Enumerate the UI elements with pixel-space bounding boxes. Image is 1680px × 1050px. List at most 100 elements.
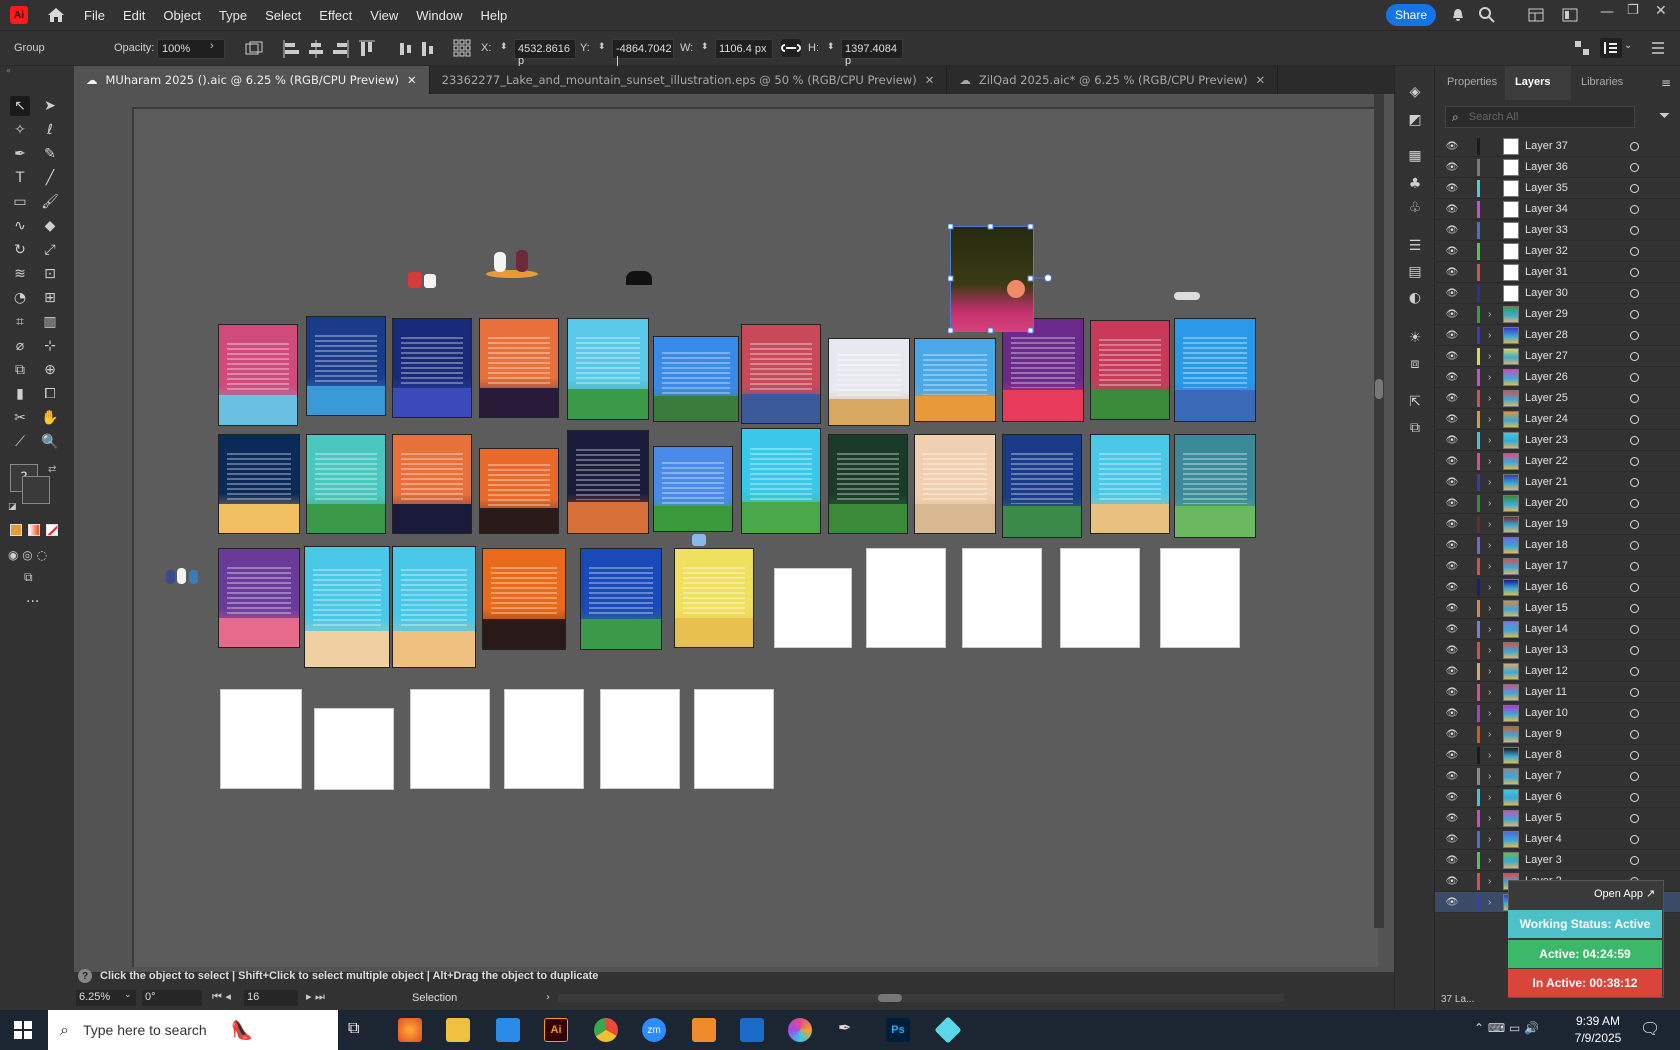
layer-target-icon[interactable] bbox=[1630, 498, 1639, 508]
curvature-tool-icon[interactable]: ✎ bbox=[40, 144, 60, 164]
visibility-eye-icon[interactable]: 👁 bbox=[1445, 204, 1459, 215]
selection-tool-icon[interactable]: ↖ bbox=[10, 96, 30, 116]
layer-row[interactable]: 👁 Layer 30 bbox=[1435, 283, 1680, 304]
visibility-eye-icon[interactable]: 👁 bbox=[1445, 708, 1459, 719]
eyedropper-icon[interactable]: ⌀ bbox=[10, 336, 30, 356]
layer-row[interactable]: 👁 Layer 36 bbox=[1435, 157, 1680, 178]
lasso-icon[interactable]: ℓ bbox=[40, 120, 60, 140]
layer-row[interactable]: 👁 › Layer 18 bbox=[1435, 535, 1680, 556]
layer-row[interactable]: 👁 › Layer 16 bbox=[1435, 577, 1680, 598]
taskbar-search[interactable]: ⌕ Type here to search 👠 bbox=[48, 1010, 338, 1050]
layer-name[interactable]: Layer 32 bbox=[1525, 245, 1630, 257]
layer-row[interactable]: 👁 › Layer 12 bbox=[1435, 661, 1680, 682]
design-card-artboard[interactable] bbox=[567, 430, 649, 534]
menu-file[interactable]: File bbox=[84, 8, 105, 23]
small-illustration[interactable] bbox=[1174, 292, 1200, 302]
tray-icons[interactable]: ⌃ ⌨ ▭ 🔊 bbox=[1474, 1021, 1539, 1035]
layer-row[interactable]: 👁 › Layer 11 bbox=[1435, 682, 1680, 703]
visibility-eye-icon[interactable]: 👁 bbox=[1445, 834, 1459, 845]
layer-row[interactable]: 👁 Layer 33 bbox=[1435, 220, 1680, 241]
menu-type[interactable]: Type bbox=[219, 8, 247, 23]
layer-name[interactable]: Layer 20 bbox=[1525, 497, 1630, 509]
layer-row[interactable]: 👁 › Layer 29 bbox=[1435, 304, 1680, 325]
notifications-icon[interactable]: 🗨 bbox=[1640, 1019, 1660, 1038]
expand-chevron-icon[interactable]: › bbox=[1488, 309, 1498, 320]
gradient-mode-icon[interactable] bbox=[28, 524, 40, 536]
color-mode-icon[interactable] bbox=[10, 524, 22, 536]
layer-target-icon[interactable] bbox=[1630, 183, 1639, 193]
layer-name[interactable]: Layer 35 bbox=[1525, 182, 1630, 194]
design-card-artboard[interactable] bbox=[306, 434, 386, 534]
panel-menu-icon[interactable]: ≡ bbox=[1661, 76, 1671, 90]
layer-row[interactable]: 👁 › Layer 22 bbox=[1435, 451, 1680, 472]
tab-close-icon[interactable]: ✕ bbox=[1256, 73, 1266, 87]
layer-name[interactable]: Layer 3 bbox=[1525, 854, 1630, 866]
free-transform-icon[interactable]: ⊡ bbox=[40, 264, 60, 284]
expand-chevron-icon[interactable]: › bbox=[1488, 372, 1498, 383]
paintbrush-icon[interactable]: 🖌 bbox=[40, 192, 60, 212]
expand-chevron-icon[interactable]: › bbox=[1488, 435, 1498, 446]
direct-selection-tool-icon[interactable]: ➤ bbox=[40, 96, 60, 116]
layer-target-icon[interactable] bbox=[1630, 813, 1639, 823]
layer-target-icon[interactable] bbox=[1630, 477, 1639, 487]
layer-target-icon[interactable] bbox=[1630, 288, 1639, 298]
tab-zilqad[interactable]: ☁ ZilQad 2025.aic* @ 6.25 % (RGB/CPU Prev… bbox=[947, 66, 1279, 94]
transform-reference-icon[interactable] bbox=[452, 38, 472, 58]
visibility-eye-icon[interactable]: 👁 bbox=[1445, 435, 1459, 446]
empty-artboard[interactable] bbox=[1160, 548, 1240, 648]
artboard-nav-next-icon[interactable]: ▸ ⏭ bbox=[306, 990, 325, 1004]
w-stepper-icon[interactable]: ⬍ bbox=[701, 41, 709, 52]
empty-artboard[interactable] bbox=[1060, 548, 1140, 648]
design-card-artboard[interactable] bbox=[218, 434, 300, 534]
layer-name[interactable]: Layer 4 bbox=[1525, 833, 1630, 845]
visibility-eye-icon[interactable]: 👁 bbox=[1445, 309, 1459, 320]
eraser-icon[interactable]: ◆ bbox=[40, 216, 60, 236]
layer-row[interactable]: 👁 › Layer 6 bbox=[1435, 787, 1680, 808]
visibility-eye-icon[interactable]: 👁 bbox=[1445, 393, 1459, 404]
layer-name[interactable]: Layer 31 bbox=[1525, 266, 1630, 278]
visibility-eye-icon[interactable]: 👁 bbox=[1445, 624, 1459, 635]
layer-row[interactable]: 👁 › Layer 7 bbox=[1435, 766, 1680, 787]
design-card-artboard[interactable] bbox=[914, 434, 996, 534]
xampp-icon[interactable] bbox=[692, 1018, 716, 1042]
design-card-artboard[interactable] bbox=[479, 318, 559, 418]
visibility-eye-icon[interactable]: 👁 bbox=[1445, 540, 1459, 551]
layer-target-icon[interactable] bbox=[1630, 162, 1639, 172]
design-card-artboard[interactable] bbox=[392, 546, 476, 668]
properties-toggle-icon[interactable] bbox=[1600, 38, 1622, 58]
rotate-tool-icon[interactable]: ↻ bbox=[10, 240, 30, 260]
shape-builder-icon[interactable]: ◔ bbox=[10, 288, 30, 308]
visibility-eye-icon[interactable]: 👁 bbox=[1445, 645, 1459, 656]
design-card-artboard[interactable] bbox=[653, 336, 739, 422]
empty-artboard[interactable] bbox=[410, 689, 490, 789]
design-card-artboard[interactable] bbox=[218, 324, 298, 426]
visibility-eye-icon[interactable]: 👁 bbox=[1445, 603, 1459, 614]
layer-name[interactable]: Layer 19 bbox=[1525, 518, 1630, 530]
design-card-artboard[interactable] bbox=[828, 434, 908, 534]
visibility-eye-icon[interactable]: 👁 bbox=[1445, 519, 1459, 530]
menu-window[interactable]: Window bbox=[416, 8, 462, 23]
expand-chevron-icon[interactable]: › bbox=[1488, 792, 1498, 803]
design-card-artboard[interactable] bbox=[482, 548, 566, 650]
tab-layers[interactable]: Layers bbox=[1515, 76, 1550, 88]
layer-name[interactable]: Layer 37 bbox=[1525, 140, 1630, 152]
visibility-eye-icon[interactable]: 👁 bbox=[1445, 561, 1459, 572]
status-arrow-icon[interactable]: › bbox=[546, 992, 550, 1003]
distribute-icons[interactable] bbox=[398, 40, 438, 58]
layer-target-icon[interactable] bbox=[1630, 855, 1639, 865]
menu-help[interactable]: Help bbox=[480, 8, 507, 23]
design-card-artboard[interactable] bbox=[479, 448, 559, 534]
filter-icon[interactable]: ⏷ bbox=[1659, 108, 1670, 124]
expand-chevron-icon[interactable]: › bbox=[1488, 666, 1498, 677]
graph-tool-icon[interactable]: ▮ bbox=[10, 384, 30, 404]
layer-name[interactable]: Layer 12 bbox=[1525, 665, 1630, 677]
bell-icon[interactable] bbox=[1450, 7, 1466, 23]
visibility-eye-icon[interactable]: 👁 bbox=[1445, 813, 1459, 824]
layer-name[interactable]: Layer 23 bbox=[1525, 434, 1630, 446]
layer-name[interactable]: Layer 34 bbox=[1525, 203, 1630, 215]
photoshop-icon[interactable]: Ps bbox=[886, 1018, 910, 1042]
design-card-artboard[interactable] bbox=[828, 338, 910, 426]
collapse-icon[interactable]: « bbox=[6, 66, 11, 75]
more-tools-icon[interactable]: ··· bbox=[26, 594, 39, 610]
design-card-artboard[interactable] bbox=[392, 434, 472, 534]
